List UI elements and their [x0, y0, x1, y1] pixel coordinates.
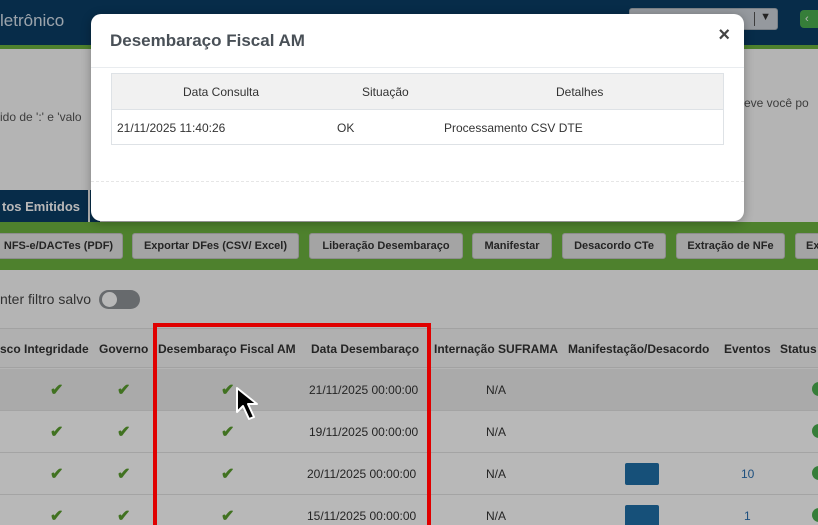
modal-title: Desembaraço Fiscal AM: [110, 31, 305, 50]
detalhes-cell: Processamento CSV DTE: [444, 121, 583, 135]
highlight-annotation-box: [153, 323, 431, 525]
modal-footer-divider: [91, 181, 744, 182]
consulta-table: Data Consulta Situação Detalhes 21/11/20…: [111, 73, 724, 145]
consulta-table-header: Data Consulta Situação Detalhes: [112, 74, 723, 110]
col-detalhes: Detalhes: [556, 85, 604, 99]
close-icon[interactable]: ×: [718, 24, 730, 47]
col-situacao: Situação: [362, 85, 409, 99]
col-data-consulta: Data Consulta: [183, 85, 260, 99]
desembaraco-modal: Desembaraço Fiscal AM × Data Consulta Si…: [91, 14, 744, 221]
modal-header-divider: [91, 67, 744, 68]
situacao-cell: OK: [337, 121, 355, 135]
data-consulta-cell: 21/11/2025 11:40:26: [117, 121, 226, 135]
mouse-cursor-icon: [236, 387, 258, 420]
table-row: 21/11/2025 11:40:26 OK Processamento CSV…: [112, 110, 723, 144]
